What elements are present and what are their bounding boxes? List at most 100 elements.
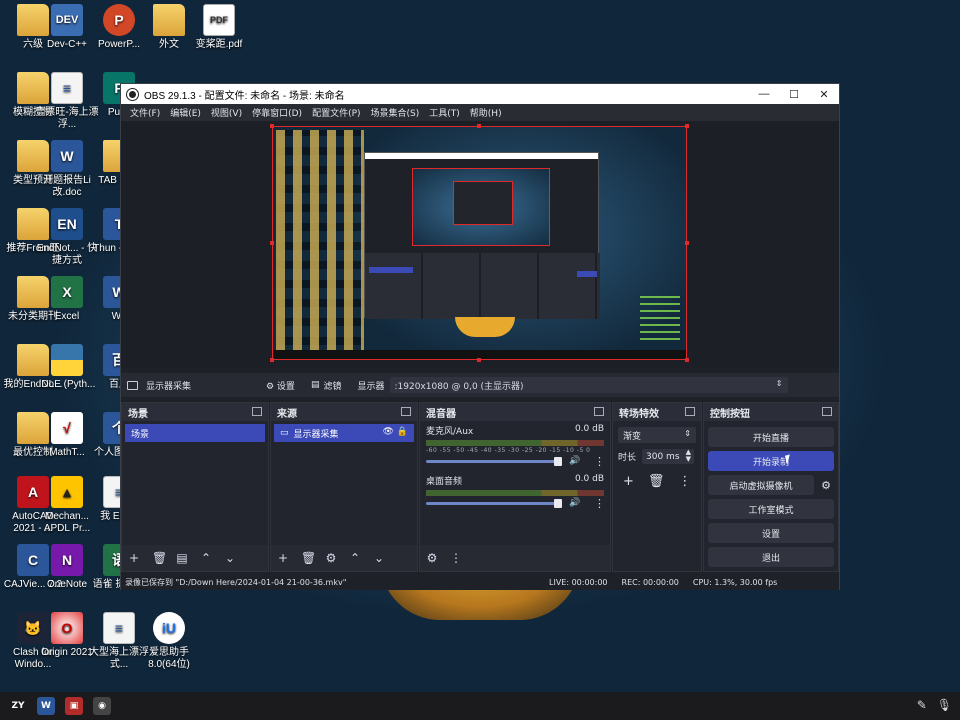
move-up-icon[interactable]: ⌃ [200,551,212,565]
audio-mixer-dock: 混音器 麦克风/Aux 0.0 dB -60 -55 -50 -45 -40 -… [419,402,611,572]
add-icon[interactable]: + [128,551,140,565]
eye-icon[interactable]: 👁 [382,427,393,437]
gear-icon[interactable]: ⚙ [325,551,337,565]
resize-handle[interactable] [685,358,689,362]
mech-icon: ▲ [51,476,83,508]
menu-edit[interactable]: 编辑(E) [165,106,206,119]
source-filters-button[interactable]: ▤ 滤镜 [311,379,342,392]
volume-fader[interactable]: 🔊 ⋮ [426,455,605,468]
resize-handle[interactable] [477,358,481,362]
zy-app-icon[interactable]: ZY [4,692,32,720]
controls-dock-title: 控制按钮 [704,403,838,421]
resize-handle[interactable] [685,124,689,128]
gear-icon[interactable]: ⚙ [426,551,438,565]
volume-fader[interactable]: 🔊 ⋮ [426,497,605,510]
resize-handle[interactable] [477,124,481,128]
resize-handle[interactable] [270,124,274,128]
source-item[interactable]: ▭ 显示器采集 👁 🔒 [274,424,414,442]
undock-icon[interactable] [822,407,832,416]
sources-title-text: 来源 [277,408,297,420]
word-taskbar-icon[interactable]: W [32,692,60,720]
fader-knob[interactable] [554,457,562,466]
transition-select[interactable]: 渐变 ⇕ [618,427,696,443]
minimize-button[interactable]: — [749,84,779,104]
move-up-icon[interactable]: ⌃ [349,551,361,565]
speaker-icon[interactable]: 🔊 [569,498,580,508]
undock-icon[interactable] [594,407,604,416]
gear-icon[interactable]: ⚙ [818,479,834,492]
microphone-icon[interactable]: 🎙 [937,698,952,712]
resize-handle[interactable] [685,241,689,245]
scene-item[interactable]: 场景 [125,424,265,442]
resize-handle[interactable] [270,241,274,245]
obs-taskbar-icon[interactable]: ◉ [88,692,116,720]
spinner-icon[interactable]: ▲ ▼ [686,449,691,463]
taskbar: ZY W ▣ ◉ ✎ 🎙 [0,692,960,720]
add-icon[interactable]: + [623,474,634,489]
menu-docks[interactable]: 停靠窗口(D) [247,106,307,119]
more-options-icon[interactable]: ⋮ [594,497,605,510]
transitions-dock-title: 转场特效 [613,403,701,421]
scenes-dock: 场景 场景 + 🗑 ▤ ⌃ ⌄ [121,402,269,572]
more-options-icon[interactable]: ⋮ [594,455,605,468]
rec-timer: REC: 00:00:00 [621,577,679,587]
display-select-value: :1920x1080 @ 0,0 (主显示器) [394,381,524,392]
transition-type: 渐变 [623,431,642,442]
duration-input[interactable]: 300 ms ▲ ▼ [642,449,695,464]
en-icon: EN [51,208,83,240]
exit-button[interactable]: 退出 [708,547,834,567]
menu-file[interactable]: 文件(F) [125,106,165,119]
fader-knob[interactable] [554,499,562,508]
lock-icon[interactable]: 🔒 [397,427,408,437]
pen-icon[interactable]: ✎ [917,698,927,712]
obs-titlebar[interactable]: OBS 29.1.3 - 配置文件: 未命名 - 场景: 未命名 — ☐ ✕ [121,84,839,104]
mixer-channel: 麦克风/Aux 0.0 dB -60 -55 -50 -45 -40 -35 -… [420,421,610,471]
desktop-icon[interactable]: iU 爱思助手8.0(64位) [136,612,202,671]
desktop-icon[interactable]: PDF 变桨距.pdf [186,4,252,51]
trash-icon[interactable]: 🗑 [152,551,167,565]
obs-taskbar-icon-glyph: ◉ [93,697,111,715]
close-button[interactable]: ✕ [809,84,839,104]
move-down-icon[interactable]: ⌄ [224,551,236,565]
preview-canvas[interactable] [272,126,687,360]
menu-scene-collection[interactable]: 场景集合(S) [366,106,425,119]
obs-window: OBS 29.1.3 - 配置文件: 未命名 - 场景: 未命名 — ☐ ✕ 文… [120,83,840,590]
resize-handle[interactable] [270,358,274,362]
menu-view[interactable]: 视图(V) [206,106,247,119]
scene-item-label: 场景 [131,429,150,440]
more-options-icon[interactable]: ⋮ [678,474,691,489]
menu-tools[interactable]: 工具(T) [424,106,465,119]
menu-profile[interactable]: 配置文件(P) [307,106,365,119]
start-streaming-button[interactable]: 开始直播 [708,427,834,447]
start-recording-button[interactable]: 开始录制 [708,451,834,471]
duration-value: 300 ms [646,451,680,462]
studio-mode-button[interactable]: 工作室模式 [708,499,834,519]
filter-icon[interactable]: ▤ [176,551,188,565]
trash-icon[interactable]: 🗑 [301,551,316,565]
display-select[interactable]: :1920x1080 @ 0,0 (主显示器) ⇕ [390,377,789,393]
undock-icon[interactable] [252,407,262,416]
maximize-button[interactable]: ☐ [779,84,809,104]
duration-label: 时长 [618,453,637,463]
undock-icon[interactable] [685,407,695,416]
docks-area: 场景 场景 + 🗑 ▤ ⌃ ⌄ 来源 ▭ 显示器采集 👁 🔒 + 🗑 ⚙ ⌃ ⌄… [121,402,839,572]
volume-meter [426,490,604,496]
start-virtual-camera-button[interactable]: 启动虚拟摄像机 [708,475,814,495]
pdf-icon: PDF [203,4,235,36]
more-options-icon[interactable]: ⋮ [450,551,462,565]
cpu-fps-status: CPU: 1.3%, 30.00 fps [692,577,778,587]
preview-area[interactable] [121,121,839,368]
undock-icon[interactable] [401,407,411,416]
speaker-icon[interactable]: 🔊 [569,456,580,466]
controls-title-text: 控制按钮 [710,408,750,420]
menu-help[interactable]: 帮助(H) [465,106,507,119]
source-settings-button[interactable]: ⚙ 设置 [266,379,295,392]
add-icon[interactable]: + [277,551,289,565]
doc-icon: ≡ [51,72,83,104]
move-down-icon[interactable]: ⌄ [373,551,385,565]
settings-button[interactable]: 设置 [708,523,834,543]
pdf-taskbar-icon[interactable]: ▣ [60,692,88,720]
trash-icon[interactable]: 🗑 [648,474,665,489]
pdf-taskbar-icon-glyph: ▣ [65,697,83,715]
duration-row: 时长 300 ms ▲ ▼ [618,449,696,464]
